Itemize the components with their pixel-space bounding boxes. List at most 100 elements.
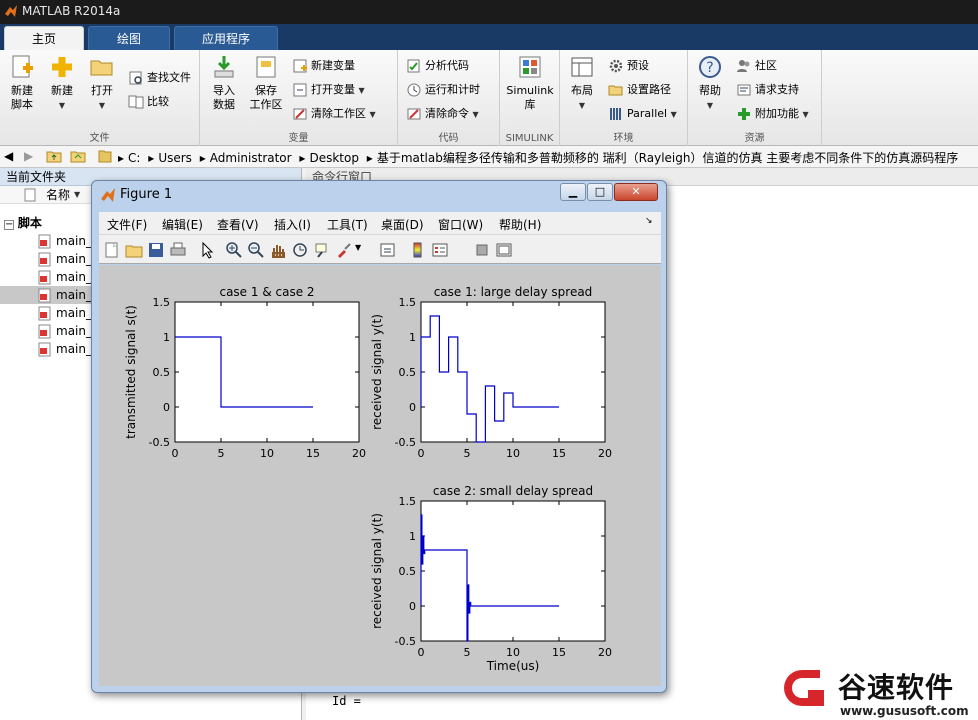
analyze-code-button[interactable]: 分析代码 xyxy=(406,56,469,76)
tab-plots[interactable]: 绘图 xyxy=(88,26,170,50)
figure-title-bar[interactable]: Figure 1 ▁ □ ✕ xyxy=(92,181,666,209)
scripts-group-row[interactable]: − 脚本 xyxy=(4,214,42,232)
menu-desktop[interactable]: 桌面(D) xyxy=(381,216,424,233)
open-variable-button[interactable]: 打开变量 ▼ xyxy=(292,80,365,100)
compare-button[interactable]: 比较 xyxy=(128,92,169,112)
subplot-title: case 1: large delay spread xyxy=(434,285,593,299)
file-group: 新建 脚本 新建 ▼ 打开 ▼ 查找文件 比较 文件 xyxy=(0,50,200,146)
path-segment[interactable]: 基于matlab编程多径传输和多普勒频移的 瑞利（Rayleigh）信道的仿真 … xyxy=(377,151,959,165)
set-path-button[interactable]: 设置路径 xyxy=(608,80,671,100)
path-segment[interactable]: Administrator xyxy=(210,151,292,165)
zoom-in-icon[interactable] xyxy=(225,241,243,259)
clear-workspace-button[interactable]: 清除工作区 ▼ xyxy=(292,104,376,124)
parallel-button[interactable]: Parallel ▼ xyxy=(608,104,677,124)
y-tick-label: 0 xyxy=(409,600,416,613)
y-axis-label: transmitted signal s(t) xyxy=(124,305,138,439)
forward-icon[interactable]: ▶ xyxy=(24,149,33,163)
community-button[interactable]: 社区 xyxy=(736,56,777,76)
address-bar: ◀ ▶ ▸ C: ▸ Users ▸ Administrator ▸ Desktop ▸… xyxy=(0,146,978,168)
new-script-button[interactable]: 新建 脚本 xyxy=(4,54,40,112)
menu-help[interactable]: 帮助(H) xyxy=(499,216,541,233)
browse-folder-icon[interactable] xyxy=(70,149,86,166)
back-icon[interactable]: ◀ xyxy=(4,149,13,163)
simulink-group-label: SIMULINK xyxy=(505,133,554,144)
figure-window[interactable]: Figure 1 ▁ □ ✕ 文件(F) 编辑(E) 查看(V) 插入(I) 工… xyxy=(91,180,667,693)
print-icon[interactable] xyxy=(169,241,187,259)
code-group: 分析代码 运行和计时 清除命令 ▼ 代码 xyxy=(398,50,500,146)
up-folder-icon[interactable] xyxy=(46,149,62,166)
menu-tools[interactable]: 工具(T) xyxy=(327,216,368,233)
environment-group: 布局 ▼ 预设 设置路径 Parallel ▼ 环境 xyxy=(560,50,688,146)
x-tick-label: 20 xyxy=(598,646,612,659)
find-files-button[interactable]: 查找文件 xyxy=(128,68,191,88)
menu-edit[interactable]: 编辑(E) xyxy=(162,216,203,233)
dock-icon[interactable]: ↘ xyxy=(645,216,653,226)
resources-group: ? 帮助 ▼ 社区 请求支持 附加功能 ▼ 资源 xyxy=(688,50,822,146)
hide-plot-tools-icon[interactable] xyxy=(473,241,491,259)
open-button[interactable]: 打开 ▼ xyxy=(84,54,120,113)
figure-canvas[interactable]: 0 5 10 15 20 -0.5 0 0.5 1 1.5 case 1 & case 2 trans… xyxy=(99,265,661,686)
open-file-icon[interactable] xyxy=(125,241,143,259)
close-button[interactable]: ✕ xyxy=(614,183,658,201)
path-segment[interactable]: C: xyxy=(128,151,140,165)
pan-hand-icon[interactable] xyxy=(269,241,287,259)
figure-menu-bar: 文件(F) 编辑(E) 查看(V) 插入(I) 工具(T) 桌面(D) 窗口(W… xyxy=(99,212,661,234)
request-support-label: 请求支持 xyxy=(755,83,799,96)
x-tick-label: 5 xyxy=(464,447,471,460)
import-icon xyxy=(214,56,234,78)
name-column-header[interactable]: 名称 xyxy=(46,186,70,204)
tab-home[interactable]: 主页 xyxy=(4,26,84,50)
import-data-button[interactable]: 导入 数据 xyxy=(204,54,244,112)
minimize-icon: ▁ xyxy=(568,185,578,198)
tab-apps[interactable]: 应用程序 xyxy=(174,26,278,50)
menu-view[interactable]: 查看(V) xyxy=(217,216,259,233)
path-segment[interactable]: Users xyxy=(158,151,192,165)
breadcrumb[interactable]: ▸ C: ▸ Users ▸ Administrator ▸ Desktop ▸ 基于ma… xyxy=(118,149,962,166)
zoom-out-icon[interactable] xyxy=(247,241,265,259)
add-ons-icon xyxy=(738,108,750,120)
resources-group-label: 资源 xyxy=(744,133,765,144)
rotate-3d-icon[interactable] xyxy=(291,241,309,259)
show-plot-tools-icon[interactable] xyxy=(495,241,513,259)
brush-dropdown-icon[interactable]: ▼ xyxy=(355,243,361,252)
menu-file[interactable]: 文件(F) xyxy=(107,216,147,233)
plot-area: 0 5 10 15 20-0.500.511.5case 1 & case 2trans… xyxy=(124,285,612,673)
help-icon: ? xyxy=(699,56,721,78)
add-ons-button[interactable]: 附加功能 ▼ xyxy=(736,104,809,124)
collapse-icon[interactable]: − xyxy=(4,220,14,230)
ribbon-toolbar: 新建 脚本 新建 ▼ 打开 ▼ 查找文件 比较 文件 导入 数据 保存 工作区 新建… xyxy=(0,50,978,146)
analyze-code-icon xyxy=(407,59,420,73)
save-icon[interactable] xyxy=(147,241,165,259)
new-button[interactable]: 新建 ▼ xyxy=(44,54,80,113)
legend-icon[interactable] xyxy=(431,241,449,259)
data-cursor-icon[interactable] xyxy=(313,241,331,259)
environment-group-label: 环境 xyxy=(613,133,634,144)
colorbar-icon[interactable] xyxy=(409,241,427,259)
app-title: MATLAB R2014a xyxy=(22,4,121,18)
x-tick-label: 10 xyxy=(260,447,274,460)
save-workspace-button[interactable]: 保存 工作区 xyxy=(246,54,286,112)
help-button[interactable]: ? 帮助 ▼ xyxy=(692,54,728,113)
path-segment[interactable]: Desktop xyxy=(309,151,359,165)
menu-window[interactable]: 窗口(W) xyxy=(438,216,483,233)
new-variable-button[interactable]: 新建变量 xyxy=(292,56,355,76)
layout-button[interactable]: 布局 ▼ xyxy=(564,54,600,113)
menu-insert[interactable]: 插入(I) xyxy=(274,216,311,233)
plus-icon xyxy=(52,57,72,77)
preferences-button[interactable]: 预设 xyxy=(608,56,649,76)
maximize-button[interactable]: □ xyxy=(587,183,613,201)
clear-commands-button[interactable]: 清除命令 ▼ xyxy=(406,104,479,124)
new-figure-icon[interactable] xyxy=(103,241,121,259)
import-data-label: 导入 数据 xyxy=(213,84,235,111)
parallel-icon xyxy=(610,108,621,120)
brush-icon[interactable] xyxy=(335,241,353,259)
request-support-button[interactable]: 请求支持 xyxy=(736,80,799,100)
pointer-icon[interactable] xyxy=(199,241,217,259)
community-label: 社区 xyxy=(755,59,777,72)
window-title-bar: MATLAB R2014a xyxy=(0,0,978,24)
link-plot-icon[interactable] xyxy=(379,241,397,259)
run-and-time-button[interactable]: 运行和计时 xyxy=(406,80,480,100)
simulink-library-button[interactable]: Simulink 库 xyxy=(502,54,558,112)
command-output: Id = xyxy=(332,694,361,708)
minimize-button[interactable]: ▁ xyxy=(560,183,586,201)
